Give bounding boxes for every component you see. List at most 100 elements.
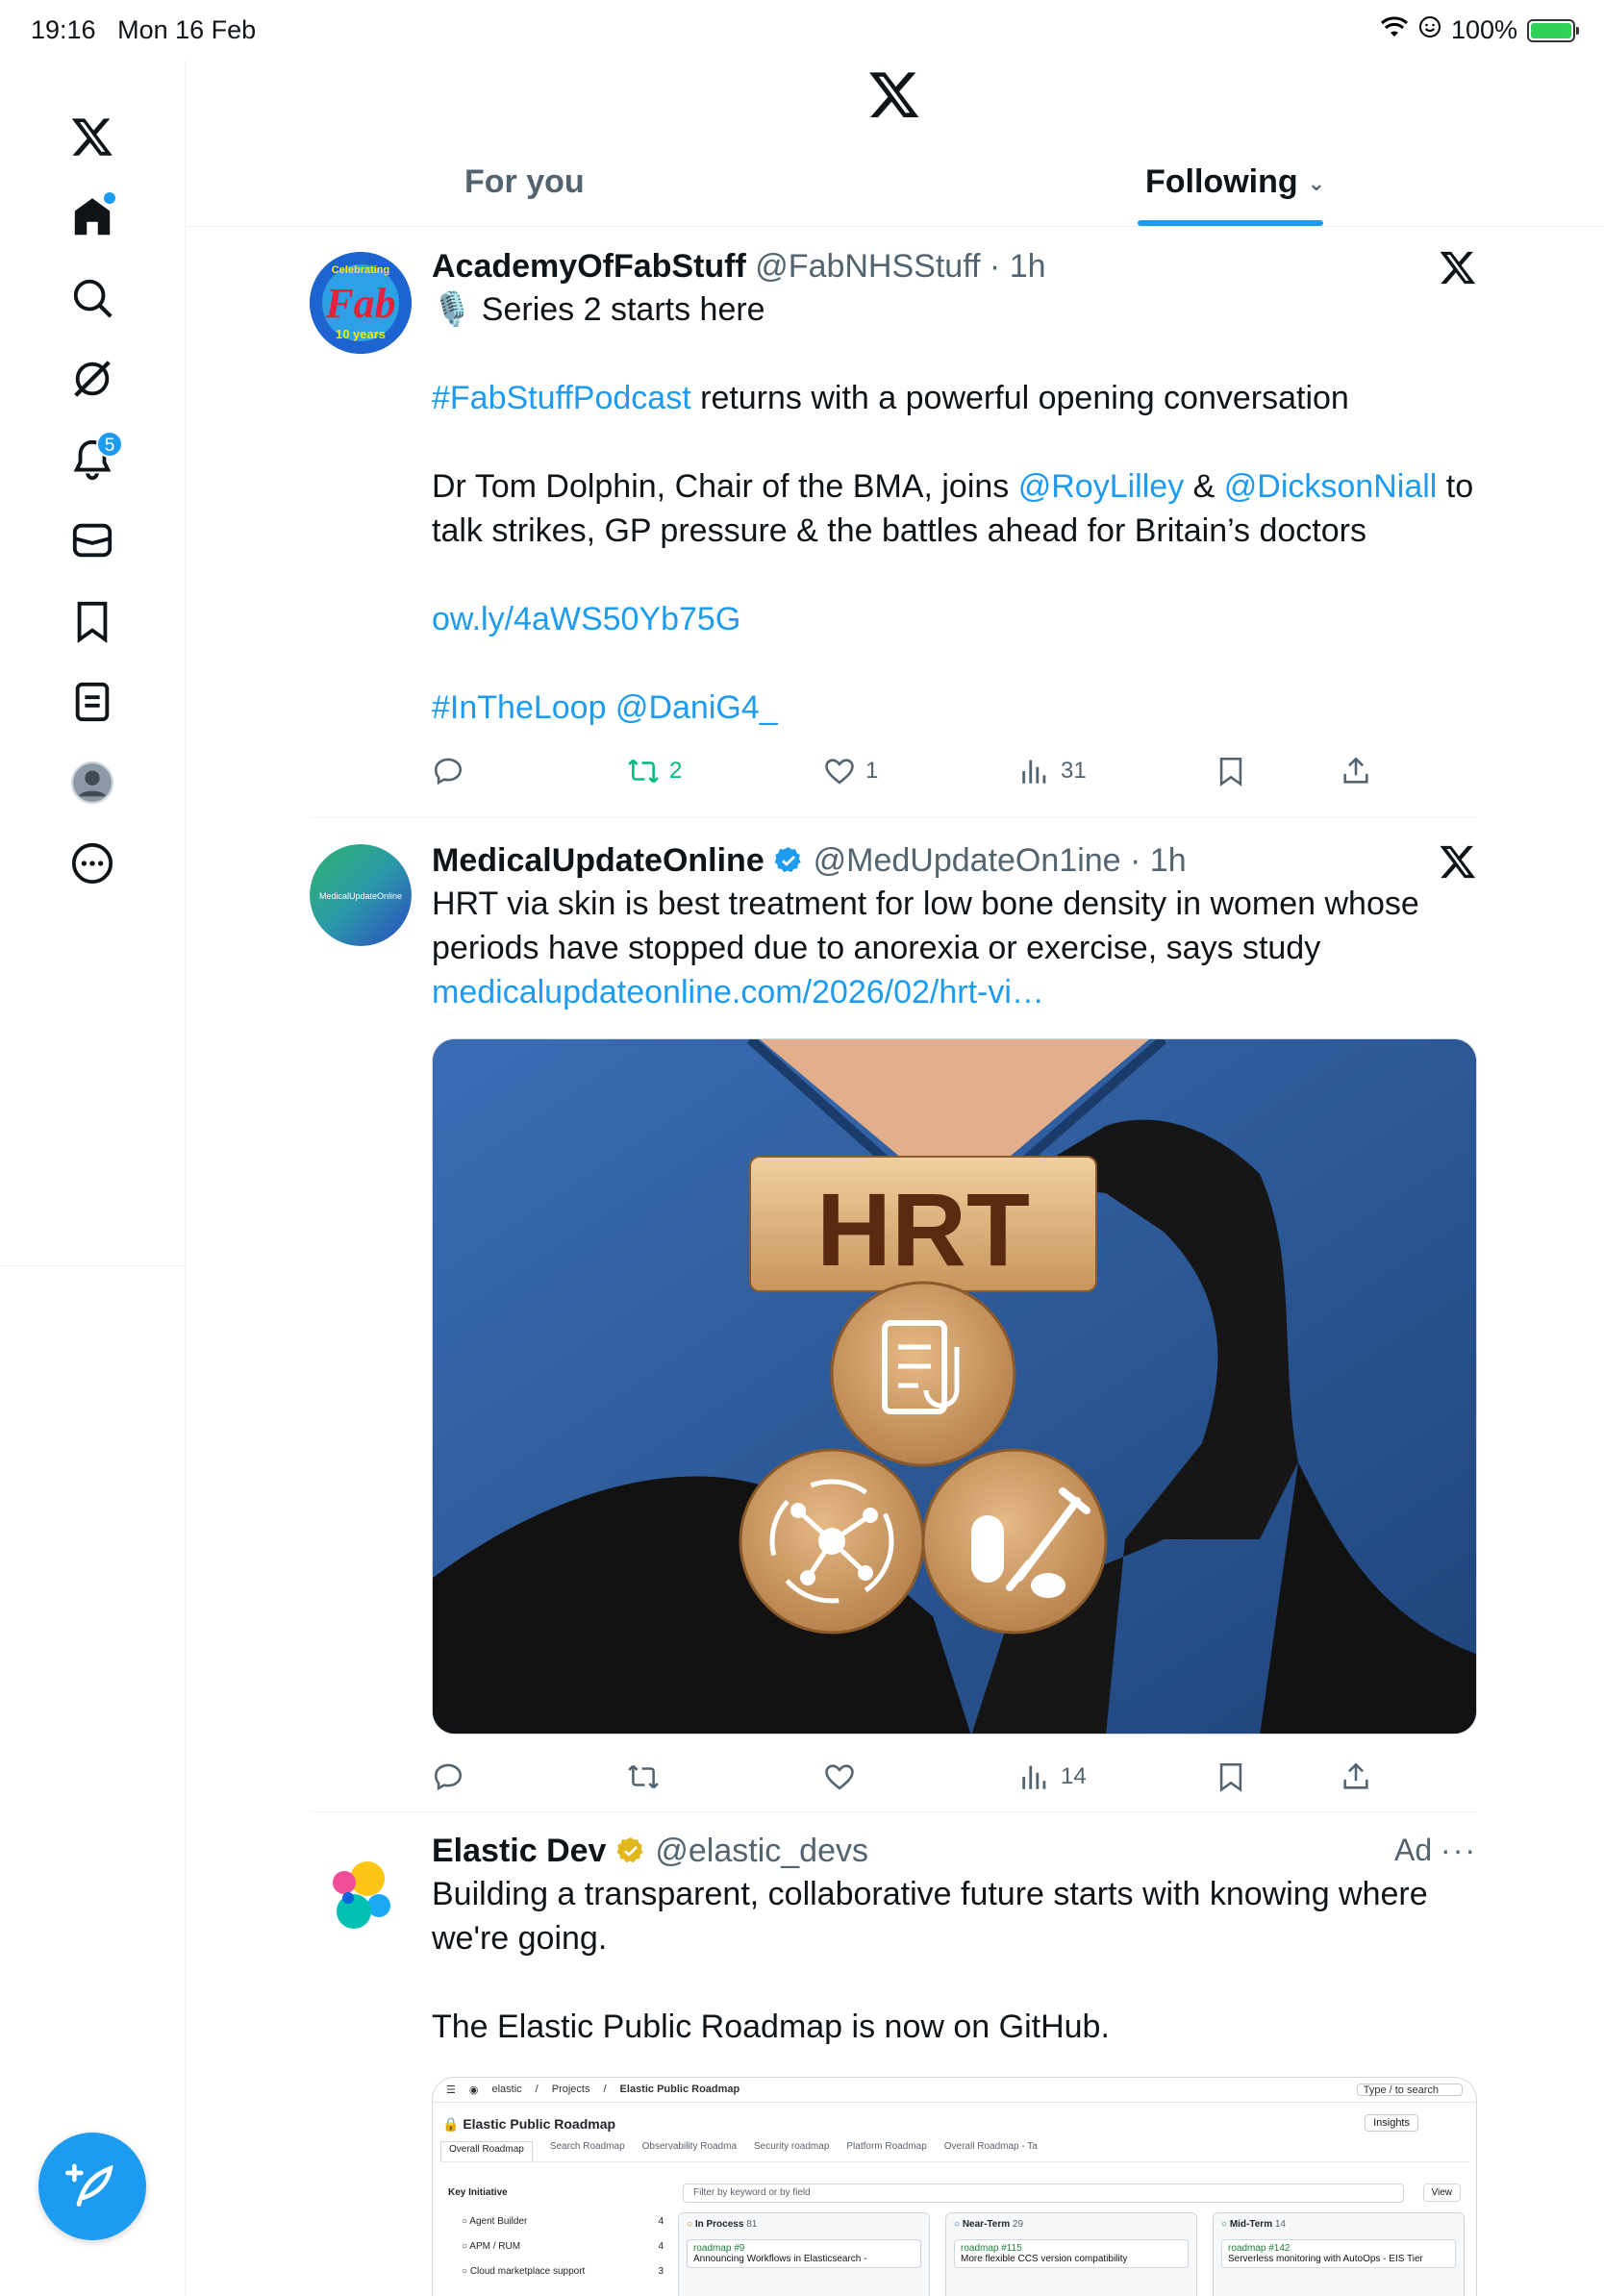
hashtag-link[interactable]: #FabStuffPodcast xyxy=(432,380,691,416)
views-button[interactable]: 31 xyxy=(1018,752,1087,790)
share-button[interactable] xyxy=(1340,752,1372,790)
like-button[interactable] xyxy=(823,1758,856,1796)
profile-avatar-icon[interactable] xyxy=(62,752,123,813)
post[interactable]: MedicalUpdateOnline MedicalUpdateOnline … xyxy=(310,842,1477,1804)
home-icon[interactable] xyxy=(62,187,123,248)
gh-project-title: 🔒 Elastic Public Roadmap xyxy=(442,2116,616,2132)
verified-badge-icon xyxy=(773,842,804,879)
retweet-button[interactable] xyxy=(627,1758,660,1796)
battery-percent: 100% xyxy=(1450,15,1517,44)
gh-search: Type / to search xyxy=(1356,2084,1463,2096)
post-body: AcademyOfFabStuff @FabNHSStuff · 1h 🎙️ S… xyxy=(432,248,1477,730)
gh-topbar: ☰ ◉ elastic / Projects / Elastic Public Road… xyxy=(433,2078,1476,2103)
gold-verified-badge-icon xyxy=(615,1833,646,1869)
author-name[interactable]: Elastic Dev xyxy=(432,1833,606,1869)
battery-icon xyxy=(1527,18,1579,42)
like-button[interactable]: 1 xyxy=(823,752,878,790)
grok-icon[interactable] xyxy=(62,348,123,410)
retweet-icon xyxy=(628,1764,659,1789)
search-icon[interactable] xyxy=(62,267,123,329)
notifications-bell-icon[interactable]: 5 xyxy=(62,429,123,490)
lock-icon: 🔒 xyxy=(442,2116,460,2132)
share-button[interactable] xyxy=(1340,1758,1372,1796)
bookmark-button[interactable] xyxy=(1215,1758,1247,1796)
retweet-button[interactable]: 2 xyxy=(627,752,682,790)
gh-view-tabs: Overall Roadmap Search Roadmap Observabi… xyxy=(440,2141,1468,2162)
ad-label: Ad ··· xyxy=(1394,1833,1477,1867)
gh-column-mid-term: ○ Mid-Term 14 roadmap #142 Serverless mon… xyxy=(1213,2212,1465,2296)
avatar[interactable]: Celebrating Fab 10 years xyxy=(310,252,412,354)
status-bar: 19:16 Mon 16 Feb 100% xyxy=(0,0,1604,60)
x-badge-icon xyxy=(1440,251,1476,285)
analytics-icon xyxy=(1022,760,1046,784)
avatar[interactable] xyxy=(310,1842,412,1944)
sidebar: 5 xyxy=(0,60,186,1266)
svg-text:MedicalUpdateOnline: MedicalUpdateOnline xyxy=(319,891,402,901)
post-time[interactable]: 1h xyxy=(1150,842,1187,879)
post-header: AcademyOfFabStuff @FabNHSStuff · 1h xyxy=(432,248,1046,285)
gh-insights-button: Insights xyxy=(1365,2114,1418,2132)
lists-icon[interactable] xyxy=(62,671,123,733)
compose-post-button[interactable] xyxy=(38,2133,146,2240)
gh-initiative-list: ○ Agent Builder 4 ○ APM / RUM 4 ○ Cloud ma… xyxy=(462,2216,664,2277)
bookmarks-icon[interactable] xyxy=(62,590,123,652)
bookmark-icon xyxy=(1219,757,1242,786)
tab-following[interactable]: Following ⌄ xyxy=(1145,163,1325,201)
author-name[interactable]: AcademyOfFabStuff xyxy=(432,248,746,285)
post-header: Elastic Dev @elastic_devs xyxy=(432,1833,1477,1870)
x-logo-icon[interactable] xyxy=(62,106,123,167)
post-body: MedicalUpdateOnline @MedUpdateOn1ine · 1… xyxy=(432,842,1477,1014)
post-body: Elastic Dev @elastic_devs Building a tra… xyxy=(432,1833,1477,2049)
microphone-icon: 🎙️ xyxy=(432,291,473,328)
notification-badge: 5 xyxy=(96,431,123,458)
analytics-icon xyxy=(1022,1765,1046,1789)
bookmark-button[interactable] xyxy=(1215,752,1247,790)
github-logo-icon: ◉ xyxy=(468,2084,479,2096)
tags-link[interactable]: #InTheLoop @DaniG4_ xyxy=(432,689,778,726)
more-options-icon[interactable]: ··· xyxy=(1441,1833,1477,1867)
ad-post[interactable]: Elastic Dev @elastic_devs Building a tra… xyxy=(310,1833,1477,2296)
gh-column-in-process: ○ In Process 81 roadmap #9 Announcing Wor… xyxy=(678,2212,930,2296)
reply-button[interactable] xyxy=(432,752,464,790)
post-actions: 2 1 31 xyxy=(432,752,1477,790)
svg-text:HRT: HRT xyxy=(816,1171,1030,1287)
post-header: MedicalUpdateOnline @MedUpdateOn1ine · 1… xyxy=(432,842,1187,879)
heart-icon xyxy=(825,1764,854,1790)
reply-button[interactable] xyxy=(432,1758,464,1796)
author-handle[interactable]: @MedUpdateOn1ine xyxy=(814,842,1121,879)
chevron-down-icon: ⌄ xyxy=(1307,171,1326,196)
tab-for-you[interactable]: For you xyxy=(464,163,585,201)
mention-link[interactable]: @DicksonNiall xyxy=(1224,468,1438,505)
post-image[interactable]: HRT xyxy=(432,1038,1477,1734)
gh-filter-input: Filter by keyword or by field xyxy=(683,2184,1404,2203)
heart-icon xyxy=(825,759,854,785)
share-icon xyxy=(1343,757,1368,784)
gh-filter-label: Key Initiative xyxy=(448,2187,508,2198)
more-icon[interactable] xyxy=(62,833,123,894)
post[interactable]: Celebrating Fab 10 years AcademyOfFabStu… xyxy=(310,248,1477,806)
tab-active-indicator xyxy=(1138,220,1323,226)
avatar[interactable]: MedicalUpdateOnline xyxy=(310,844,412,946)
author-handle[interactable]: @FabNHSStuff xyxy=(755,248,980,285)
share-icon xyxy=(1343,1762,1368,1789)
divider xyxy=(310,817,1477,818)
mention-link[interactable]: @RoyLilley xyxy=(1018,468,1184,505)
status-time: 19:16 Mon 16 Feb xyxy=(31,15,257,44)
views-button[interactable]: 14 xyxy=(1018,1758,1087,1796)
sidebar-divider xyxy=(185,60,186,2296)
bookmark-icon xyxy=(1219,1762,1242,1792)
wifi-icon xyxy=(1380,15,1409,45)
post-image-github-preview[interactable]: ☰ ◉ elastic / Projects / Elastic Public Road… xyxy=(432,2077,1477,2296)
url-link[interactable]: ow.ly/4aWS50Yb75G xyxy=(432,601,740,637)
retweet-icon xyxy=(628,759,659,784)
messages-icon[interactable] xyxy=(62,510,123,571)
status-right: 100% xyxy=(1380,15,1579,45)
reply-icon xyxy=(434,758,463,786)
x-header-logo-icon[interactable] xyxy=(867,67,921,121)
post-text: HRT via skin is best treatment for low b… xyxy=(432,886,1419,1011)
author-name[interactable]: MedicalUpdateOnline xyxy=(432,842,764,879)
post-time[interactable]: 1h xyxy=(1010,248,1046,285)
reply-icon xyxy=(434,1763,463,1791)
author-handle[interactable]: @elastic_devs xyxy=(655,1833,868,1869)
url-link[interactable]: medicalupdateonline.com/2026/02/hrt-vi… xyxy=(432,974,1044,1011)
